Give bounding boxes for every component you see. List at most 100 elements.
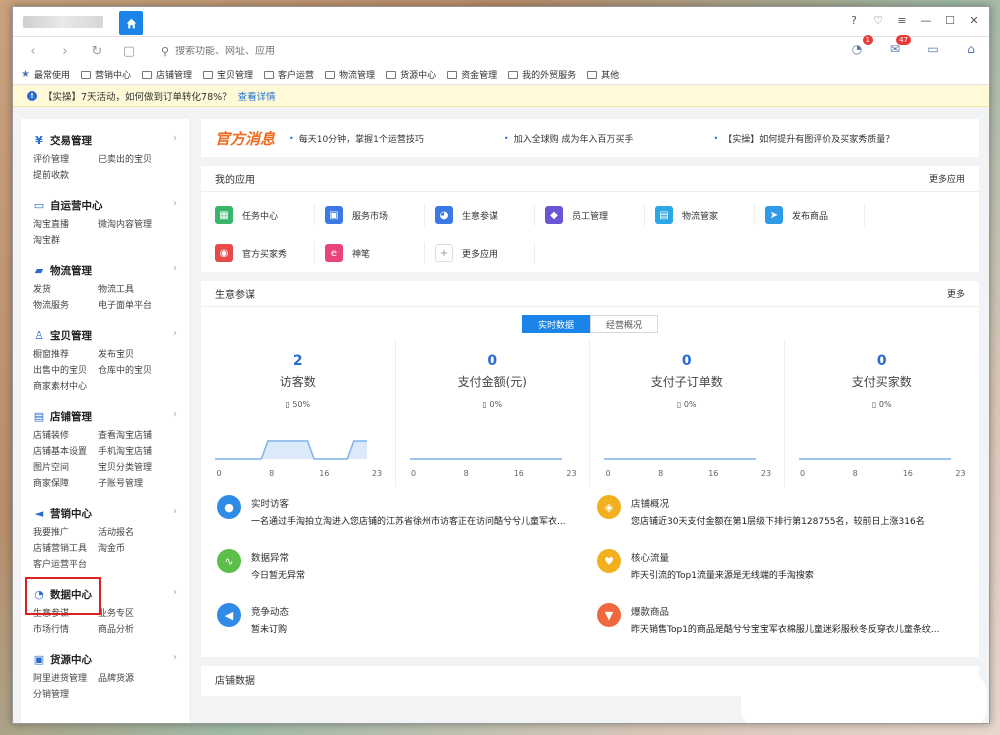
- sidebar-link[interactable]: 出售中的宝贝: [33, 363, 98, 376]
- app-send[interactable]: ➤ 发布商品: [765, 196, 875, 234]
- feed-item[interactable]: ● 实时访客 一名通过手淘拍立淘进入您店铺的江苏省徐州市访客正在访问酷兮兮儿童军衣.…: [217, 495, 597, 549]
- bag-icon[interactable]: ⌂: [963, 41, 979, 57]
- sidebar-section-header[interactable]: ◄ 营销中心: [33, 506, 189, 521]
- bookmark-item[interactable]: ★ 最常使用: [21, 68, 70, 81]
- sidebar-link[interactable]: 分销管理: [33, 687, 98, 700]
- bookmark-item[interactable]: 资金管理: [447, 68, 497, 81]
- sidebar-section-header[interactable]: ♙ 宝贝管理: [33, 328, 189, 343]
- more-apps-link[interactable]: 更多应用: [929, 172, 965, 185]
- bookmark-item[interactable]: 我的外贸服务: [508, 68, 576, 81]
- tab-overview[interactable]: 经营概况: [590, 315, 658, 333]
- sidebar-section-header[interactable]: ▤ 店铺管理: [33, 409, 189, 424]
- sidebar-section-header[interactable]: ▭ 自运营中心: [33, 198, 189, 213]
- chevron-right-icon[interactable]: ›: [173, 328, 177, 339]
- bookmark-item[interactable]: 货源中心: [386, 68, 436, 81]
- sidebar-link[interactable]: 图片空间: [33, 460, 98, 473]
- sidebar-link[interactable]: 业务专区: [98, 606, 178, 619]
- bookmark-item[interactable]: 宝贝管理: [203, 68, 253, 81]
- business-more-link[interactable]: 更多: [947, 287, 965, 300]
- chevron-right-icon[interactable]: ›: [173, 198, 177, 209]
- screenshot-button[interactable]: ▢: [119, 41, 139, 61]
- sidebar-link[interactable]: 发货: [33, 282, 98, 295]
- card-icon[interactable]: ▭: [925, 41, 941, 57]
- sidebar-section-header[interactable]: ¥ 交易管理: [33, 133, 189, 148]
- app-camera[interactable]: ◉ 官方买家秀: [215, 234, 325, 272]
- sidebar-link[interactable]: 发布宝贝: [98, 347, 178, 360]
- sidebar-link[interactable]: 客户运营平台: [33, 557, 98, 570]
- app-chart-bubble[interactable]: ◕ 生意参谋: [435, 196, 545, 234]
- sidebar-link[interactable]: 物流服务: [33, 298, 98, 311]
- sidebar-link[interactable]: 电子面单平台: [98, 298, 178, 311]
- sidebar-link[interactable]: 淘宝群: [33, 233, 98, 246]
- sidebar-link[interactable]: 橱窗推荐: [33, 347, 98, 360]
- mail-icon[interactable]: ✉ 47: [887, 35, 911, 57]
- home-tab[interactable]: [119, 11, 143, 35]
- sidebar-section-header[interactable]: ▰ 物流管理: [33, 263, 189, 278]
- sidebar-link[interactable]: 子账号管理: [98, 476, 178, 489]
- feed-item[interactable]: ▼ 爆款商品 昨天销售Top1的商品是酷兮兮宝宝军衣棉服儿童迷彩服秋冬反穿衣儿童条纹…: [597, 603, 977, 657]
- sidebar-link[interactable]: 手机淘宝店铺: [98, 444, 178, 457]
- bookmark-item[interactable]: 营销中心: [80, 68, 131, 81]
- menu-icon[interactable]: ≡: [895, 13, 909, 27]
- my-apps-title: 我的应用: [215, 175, 255, 186]
- skin-icon[interactable]: ♡: [871, 13, 885, 27]
- help-icon[interactable]: ?: [847, 13, 861, 27]
- tab-realtime[interactable]: 实时数据: [522, 315, 590, 333]
- sidebar-link[interactable]: 市场行情: [33, 622, 98, 635]
- feed-item[interactable]: ◈ 店铺概况 您店铺近30天支付金额在第1层级下排行第128755名，较前日上涨31…: [597, 495, 977, 549]
- sidebar-link[interactable]: 提前收款: [33, 168, 98, 181]
- sidebar-link[interactable]: 评价管理: [33, 152, 98, 165]
- chevron-right-icon[interactable]: ›: [173, 506, 177, 517]
- chevron-right-icon[interactable]: ›: [173, 133, 177, 144]
- feed-item[interactable]: ♥ 核心流量 昨天引流的Top1流量来源是无线端的手淘搜索: [597, 549, 977, 603]
- bookmark-item[interactable]: 其他: [587, 68, 619, 81]
- forward-button[interactable]: ›: [55, 41, 75, 61]
- sidebar-link[interactable]: 宝贝分类管理: [98, 460, 178, 473]
- chevron-right-icon[interactable]: ›: [173, 587, 177, 598]
- official-news-item[interactable]: • 加入全球购 成为年入百万买手: [504, 132, 634, 145]
- official-news-item[interactable]: • 【实操】如何提升有图评价及买家秀质量？: [714, 132, 895, 145]
- maximize-button[interactable]: ☐: [943, 13, 957, 27]
- sidebar-link[interactable]: 物流工具: [98, 282, 178, 295]
- sidebar-link[interactable]: 活动报名: [98, 525, 178, 538]
- sidebar-link[interactable]: 我要推广: [33, 525, 98, 538]
- minimize-button[interactable]: —: [919, 13, 933, 27]
- app-calendar[interactable]: ▦ 任务中心: [215, 196, 325, 234]
- app-user[interactable]: ◆ 员工管理: [545, 196, 655, 234]
- bookmark-item[interactable]: 物流管理: [325, 68, 375, 81]
- notice-link[interactable]: 查看详情: [238, 89, 276, 103]
- sidebar-link[interactable]: 店铺基本设置: [33, 444, 98, 457]
- alert-icon[interactable]: ◔ 1: [849, 35, 873, 57]
- refresh-button[interactable]: ↻: [87, 41, 107, 61]
- sidebar-link[interactable]: 阿里进货管理: [33, 671, 98, 684]
- sidebar-link[interactable]: 品牌货源: [98, 671, 178, 684]
- sidebar-link[interactable]: 淘宝直播: [33, 217, 98, 230]
- bookmark-label: 其他: [601, 71, 620, 81]
- sidebar-link[interactable]: 查看淘宝店铺: [98, 428, 178, 441]
- app-logistics[interactable]: ▤ 物流管家: [655, 196, 765, 234]
- chevron-right-icon[interactable]: ›: [173, 263, 177, 274]
- bookmark-item[interactable]: 店铺管理: [142, 68, 192, 81]
- search-input[interactable]: [175, 45, 476, 57]
- sidebar-link[interactable]: 商品分析: [98, 622, 178, 635]
- chevron-right-icon[interactable]: ›: [173, 409, 177, 420]
- sidebar-section-header[interactable]: ▣ 货源中心: [33, 652, 189, 667]
- feed-item[interactable]: ∿ 数据异常 今日暂无异常: [217, 549, 597, 603]
- chevron-right-icon[interactable]: ›: [173, 652, 177, 663]
- official-news-item[interactable]: • 每天10分钟，掌握1个运营技巧: [289, 132, 424, 145]
- app-pen[interactable]: e 神笔: [325, 234, 435, 272]
- sidebar-link[interactable]: 仓库中的宝贝: [98, 363, 178, 376]
- back-button[interactable]: ‹: [23, 41, 43, 61]
- close-button[interactable]: ✕: [967, 13, 981, 27]
- bookmark-item[interactable]: 客户运营: [264, 68, 314, 81]
- sidebar-link[interactable]: 商家保障: [33, 476, 98, 489]
- sidebar-link[interactable]: 已卖出的宝贝: [98, 152, 178, 165]
- sidebar-link[interactable]: 店铺营销工具: [33, 541, 98, 554]
- app-plus[interactable]: + 更多应用: [435, 234, 545, 272]
- sidebar-link[interactable]: 淘金币: [98, 541, 178, 554]
- sidebar-link[interactable]: 微淘内容管理: [98, 217, 178, 230]
- feed-item[interactable]: ◀ 竞争动态 暂未订购: [217, 603, 597, 657]
- app-grid[interactable]: ▣ 服务市场: [325, 196, 435, 234]
- sidebar-link[interactable]: 店铺装修: [33, 428, 98, 441]
- sidebar-link[interactable]: 商家素材中心: [33, 379, 98, 392]
